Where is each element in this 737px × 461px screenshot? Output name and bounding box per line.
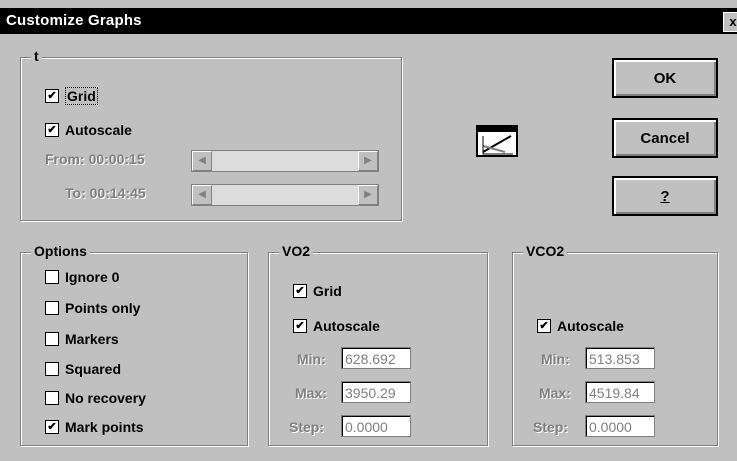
close-icon[interactable]: x — [723, 12, 737, 32]
vo2-grid-label: Grid — [313, 283, 342, 299]
squared-label: Squared — [65, 361, 122, 377]
help-button-label: ? — [660, 187, 670, 205]
options-group-legend: Options — [31, 243, 90, 259]
vco2-max-field[interactable]: 4519.84 — [585, 381, 655, 403]
scroll-left-icon[interactable]: ◀ — [192, 185, 212, 205]
scroll-right-icon[interactable]: ▶ — [358, 151, 378, 171]
cancel-button[interactable]: Cancel — [612, 118, 718, 158]
vco2-group-legend: VCO2 — [523, 243, 568, 259]
mark-points-check-icon: ✔ — [45, 420, 59, 434]
options-group: Options Ignore 0 Points only Markers Squ… — [20, 243, 248, 446]
from-scroll-track[interactable] — [212, 151, 358, 171]
vco2-min-label: Min: — [541, 351, 570, 367]
ok-button[interactable]: OK — [612, 58, 718, 98]
vco2-autoscale-check-icon: ✔ — [537, 319, 551, 333]
markers-checkbox[interactable]: Markers — [45, 331, 119, 347]
from-value: 00:00:15 — [88, 151, 145, 167]
t-group: t ✔ Grid ✔ Autoscale From: 00:00:15 ◀ ▶ … — [20, 48, 402, 221]
to-label: To: 00:14:45 — [65, 185, 146, 201]
vco2-step-field[interactable]: 0.0000 — [585, 415, 655, 437]
points-only-checkbox[interactable]: Points only — [45, 300, 140, 316]
vo2-autoscale-label: Autoscale — [313, 318, 380, 334]
points-only-check-icon — [45, 301, 59, 315]
help-button[interactable]: ? — [612, 176, 718, 216]
vo2-max-label: Max: — [295, 385, 327, 401]
t-group-legend: t — [31, 48, 42, 64]
to-scrollbar[interactable]: ◀ ▶ — [191, 184, 379, 206]
title-bar: Customize Graphs x — [0, 8, 737, 34]
window-title: Customize Graphs — [6, 12, 142, 29]
from-label: From: 00:00:15 — [45, 151, 145, 167]
to-label-text: To: — [65, 185, 86, 201]
vco2-max-label: Max: — [539, 385, 571, 401]
squared-check-icon — [45, 362, 59, 376]
vco2-autoscale-label: Autoscale — [557, 318, 624, 334]
vco2-group: VCO2 ✔ Autoscale Min: 513.853 Max: 4519.… — [512, 243, 718, 446]
from-label-text: From: — [45, 151, 85, 167]
vo2-step-field[interactable]: 0.0000 — [341, 415, 411, 437]
graph-settings-icon — [476, 125, 518, 157]
vo2-group-legend: VO2 — [279, 243, 314, 259]
vco2-min-field[interactable]: 513.853 — [585, 347, 655, 369]
vco2-autoscale-checkbox[interactable]: ✔ Autoscale — [537, 318, 624, 334]
squared-checkbox[interactable]: Squared — [45, 361, 121, 377]
no-recovery-label: No recovery — [65, 390, 146, 406]
scroll-left-icon[interactable]: ◀ — [192, 151, 212, 171]
vo2-grid-checkbox[interactable]: ✔ Grid — [293, 283, 342, 299]
no-recovery-check-icon — [45, 391, 59, 405]
to-scroll-track[interactable] — [212, 185, 358, 205]
points-only-label: Points only — [65, 300, 141, 316]
vo2-grid-check-icon: ✔ — [293, 284, 307, 298]
vco2-step-label: Step: — [533, 419, 568, 435]
t-grid-checkbox[interactable]: ✔ Grid — [45, 87, 98, 105]
scroll-right-icon[interactable]: ▶ — [358, 185, 378, 205]
t-grid-label: Grid — [65, 87, 98, 105]
from-scrollbar[interactable]: ◀ ▶ — [191, 150, 379, 172]
mark-points-checkbox[interactable]: ✔ Mark points — [45, 419, 144, 435]
markers-label: Markers — [65, 331, 119, 347]
vo2-step-label: Step: — [289, 419, 324, 435]
vo2-group: VO2 ✔ Grid ✔ Autoscale Min: 628.692 Max:… — [268, 243, 488, 446]
ignore-zero-checkbox[interactable]: Ignore 0 — [45, 269, 119, 285]
to-value: 00:14:45 — [89, 185, 146, 201]
ignore-zero-check-icon — [45, 270, 59, 284]
vo2-max-field[interactable]: 3950.29 — [341, 381, 411, 403]
vo2-min-field[interactable]: 628.692 — [341, 347, 411, 369]
t-autoscale-label: Autoscale — [65, 122, 132, 138]
t-autoscale-checkbox[interactable]: ✔ Autoscale — [45, 122, 132, 138]
mark-points-label: Mark points — [65, 419, 144, 435]
vo2-autoscale-checkbox[interactable]: ✔ Autoscale — [293, 318, 380, 334]
no-recovery-checkbox[interactable]: No recovery — [45, 390, 146, 406]
vo2-autoscale-check-icon: ✔ — [293, 319, 307, 333]
ignore-zero-label: Ignore 0 — [65, 269, 120, 285]
markers-check-icon — [45, 332, 59, 346]
vo2-min-label: Min: — [297, 351, 326, 367]
customize-graphs-dialog: Customize Graphs x t ✔ Grid ✔ Autoscale … — [0, 0, 737, 461]
t-grid-check-icon: ✔ — [45, 89, 59, 103]
t-autoscale-check-icon: ✔ — [45, 123, 59, 137]
